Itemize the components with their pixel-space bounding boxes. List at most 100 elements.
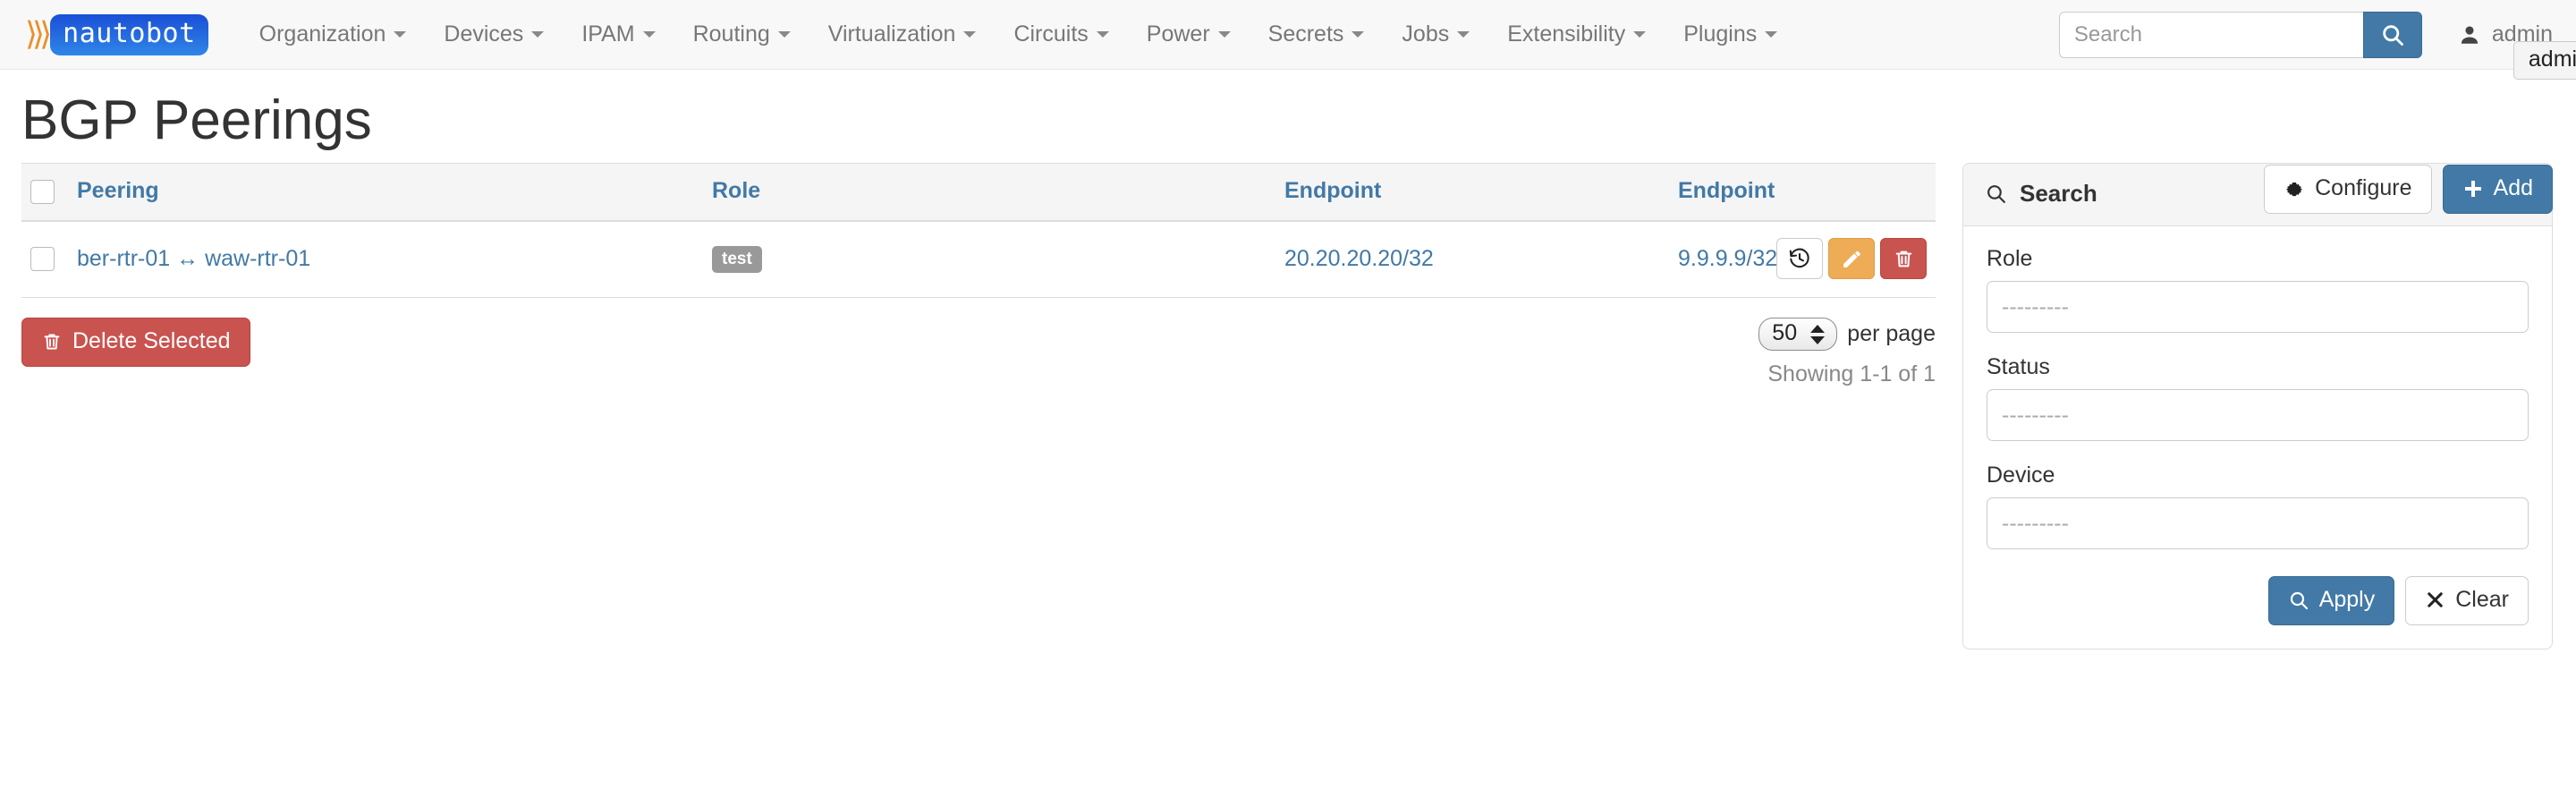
th-endpoint-a[interactable]: Endpoint [1275, 163, 1669, 222]
select-all-checkbox[interactable] [30, 179, 55, 204]
nav-item-extensibility[interactable]: Extensibility [1488, 23, 1665, 46]
search-input[interactable] [2058, 11, 2363, 58]
nav-item-ipam[interactable]: IPAM [563, 23, 674, 46]
nav-label: Plugins [1683, 21, 1758, 47]
chevron-down-icon [963, 31, 977, 38]
apply-label: Apply [2318, 587, 2376, 612]
nav-item-routing[interactable]: Routing [674, 23, 809, 46]
th-role[interactable]: Role [703, 163, 1275, 222]
search-submit-button[interactable] [2362, 11, 2422, 58]
clear-button[interactable]: Clear [2405, 576, 2529, 625]
nav-item-devices[interactable]: Devices [425, 23, 563, 46]
main-navbar: ⟩⟩⟩ nautobot Organization Devices IPAM R… [0, 0, 2576, 80]
delete-button[interactable] [1880, 238, 1927, 279]
per-page-select[interactable]: 50 [1758, 318, 1838, 351]
search-icon [1987, 185, 2005, 203]
nav-item-organization[interactable]: Organization [241, 23, 426, 46]
chevron-down-icon [1096, 31, 1109, 38]
changelog-button[interactable] [1776, 238, 1823, 279]
pencil-icon [1843, 250, 1860, 267]
brand-name: nautobot [50, 13, 208, 55]
apply-button[interactable]: Apply [2267, 576, 2395, 625]
per-page-label: per page [1847, 321, 1936, 346]
th-endpoint-b[interactable]: Endpoint [1669, 163, 1775, 222]
chevron-down-icon [1457, 31, 1470, 38]
field-role: Role [1987, 246, 2529, 333]
nav-item-virtualization[interactable]: Virtualization [809, 23, 996, 46]
cell-peering: ber-rtr-01 ↔ waw-rtr-01 [68, 221, 703, 298]
endpoint-a-link[interactable]: 20.20.20.20/32 [1284, 246, 1434, 271]
plus-icon [2464, 180, 2481, 197]
device-input[interactable] [1987, 497, 2529, 549]
main-column: Peering Role Endpoint Endpoint ber-rtr-0… [21, 163, 1936, 387]
user-tooltip: admin [2512, 41, 2576, 80]
th-select-all [21, 163, 68, 222]
table-footer: Delete Selected 50 per page Showing 1-1 … [21, 298, 1936, 387]
table-header: Peering Role Endpoint Endpoint [21, 163, 1936, 222]
chevron-down-icon [777, 31, 791, 38]
nav-item-jobs[interactable]: Jobs [1383, 23, 1488, 46]
th-role-label: Role [712, 178, 761, 203]
search-icon [2383, 24, 2403, 46]
per-page-wrap: 50 [1758, 318, 1838, 351]
page-content: Peering Role Endpoint Endpoint ber-rtr-0… [0, 163, 2576, 649]
nav-label: Power [1146, 21, 1210, 47]
field-role-label: Role [1987, 246, 2033, 271]
search-icon [2290, 591, 2308, 609]
delete-selected-button[interactable]: Delete Selected [21, 318, 250, 367]
table-row: ber-rtr-01 ↔ waw-rtr-01 test 20.20.20.20… [21, 221, 1936, 298]
chevron-down-icon [531, 31, 545, 38]
search-panel-body: Role Status Device [1963, 226, 2552, 649]
trash-icon [44, 333, 60, 350]
chevron-down-icon [1352, 31, 1365, 38]
status-input[interactable] [1987, 389, 2529, 441]
nav-item-power[interactable]: Power [1128, 23, 1250, 46]
role-badge: test [712, 246, 762, 273]
showing-count: Showing 1-1 of 1 [1767, 361, 1936, 386]
nav-item-plugins[interactable]: Plugins [1665, 23, 1796, 46]
side-column: Search Role Status Device [1962, 163, 2553, 649]
th-peering[interactable]: Peering [68, 163, 703, 222]
add-label: Add [2493, 175, 2533, 200]
table-body: ber-rtr-01 ↔ waw-rtr-01 test 20.20.20.20… [21, 221, 1936, 298]
nav-label: Secrets [1267, 21, 1344, 47]
field-device-label: Device [1987, 463, 2055, 488]
page-header: BGP Peerings Configure Add [0, 70, 2576, 214]
per-page-row: 50 per page [1758, 318, 1936, 351]
nav-items: Organization Devices IPAM Routing Virtua… [241, 23, 1797, 46]
add-button[interactable]: Add [2442, 165, 2553, 214]
peerings-table: Peering Role Endpoint Endpoint ber-rtr-0… [21, 163, 1936, 298]
th-endpoint-a-label: Endpoint [1284, 178, 1382, 203]
endpoint-b-link[interactable]: 9.9.9.9/32 [1678, 246, 1777, 271]
th-endpoint-b-label: Endpoint [1678, 178, 1775, 203]
nav-item-circuits[interactable]: Circuits [995, 23, 1127, 46]
user-icon [2458, 23, 2481, 47]
nav-item-secrets[interactable]: Secrets [1250, 23, 1384, 46]
edit-button[interactable] [1828, 238, 1875, 279]
peering-link[interactable]: ber-rtr-01 ↔ waw-rtr-01 [77, 246, 310, 271]
chevron-down-icon [642, 31, 656, 38]
row-select-cell [21, 221, 68, 298]
cell-role: test [703, 221, 1275, 298]
search-panel-title: Search [2020, 180, 2097, 207]
history-icon [1789, 248, 1809, 268]
cell-endpoint-a: 20.20.20.20/32 [1275, 221, 1669, 298]
chevron-down-icon [394, 31, 407, 38]
user-menu[interactable]: admin admin [2458, 21, 2576, 80]
role-input[interactable] [1987, 281, 2529, 333]
delete-selected-label: Delete Selected [72, 328, 231, 353]
page-actions: Configure Add [2264, 165, 2553, 214]
configure-button[interactable]: Configure [2264, 165, 2432, 214]
chevron-down-icon [1633, 31, 1647, 38]
row-checkbox[interactable] [30, 247, 55, 272]
table-header-row: Peering Role Endpoint Endpoint [21, 163, 1936, 222]
clear-label: Clear [2455, 587, 2509, 612]
page-title: BGP Peerings [21, 89, 372, 151]
brand-logo[interactable]: ⟩⟩⟩ nautobot [25, 13, 208, 55]
th-peering-label: Peering [77, 178, 159, 203]
chevrons-icon: ⟩⟩⟩ [25, 15, 52, 53]
nav-label: Routing [692, 21, 770, 47]
nav-label: IPAM [581, 21, 635, 47]
chevron-down-icon [1217, 31, 1231, 38]
field-status-label: Status [1987, 354, 2050, 379]
